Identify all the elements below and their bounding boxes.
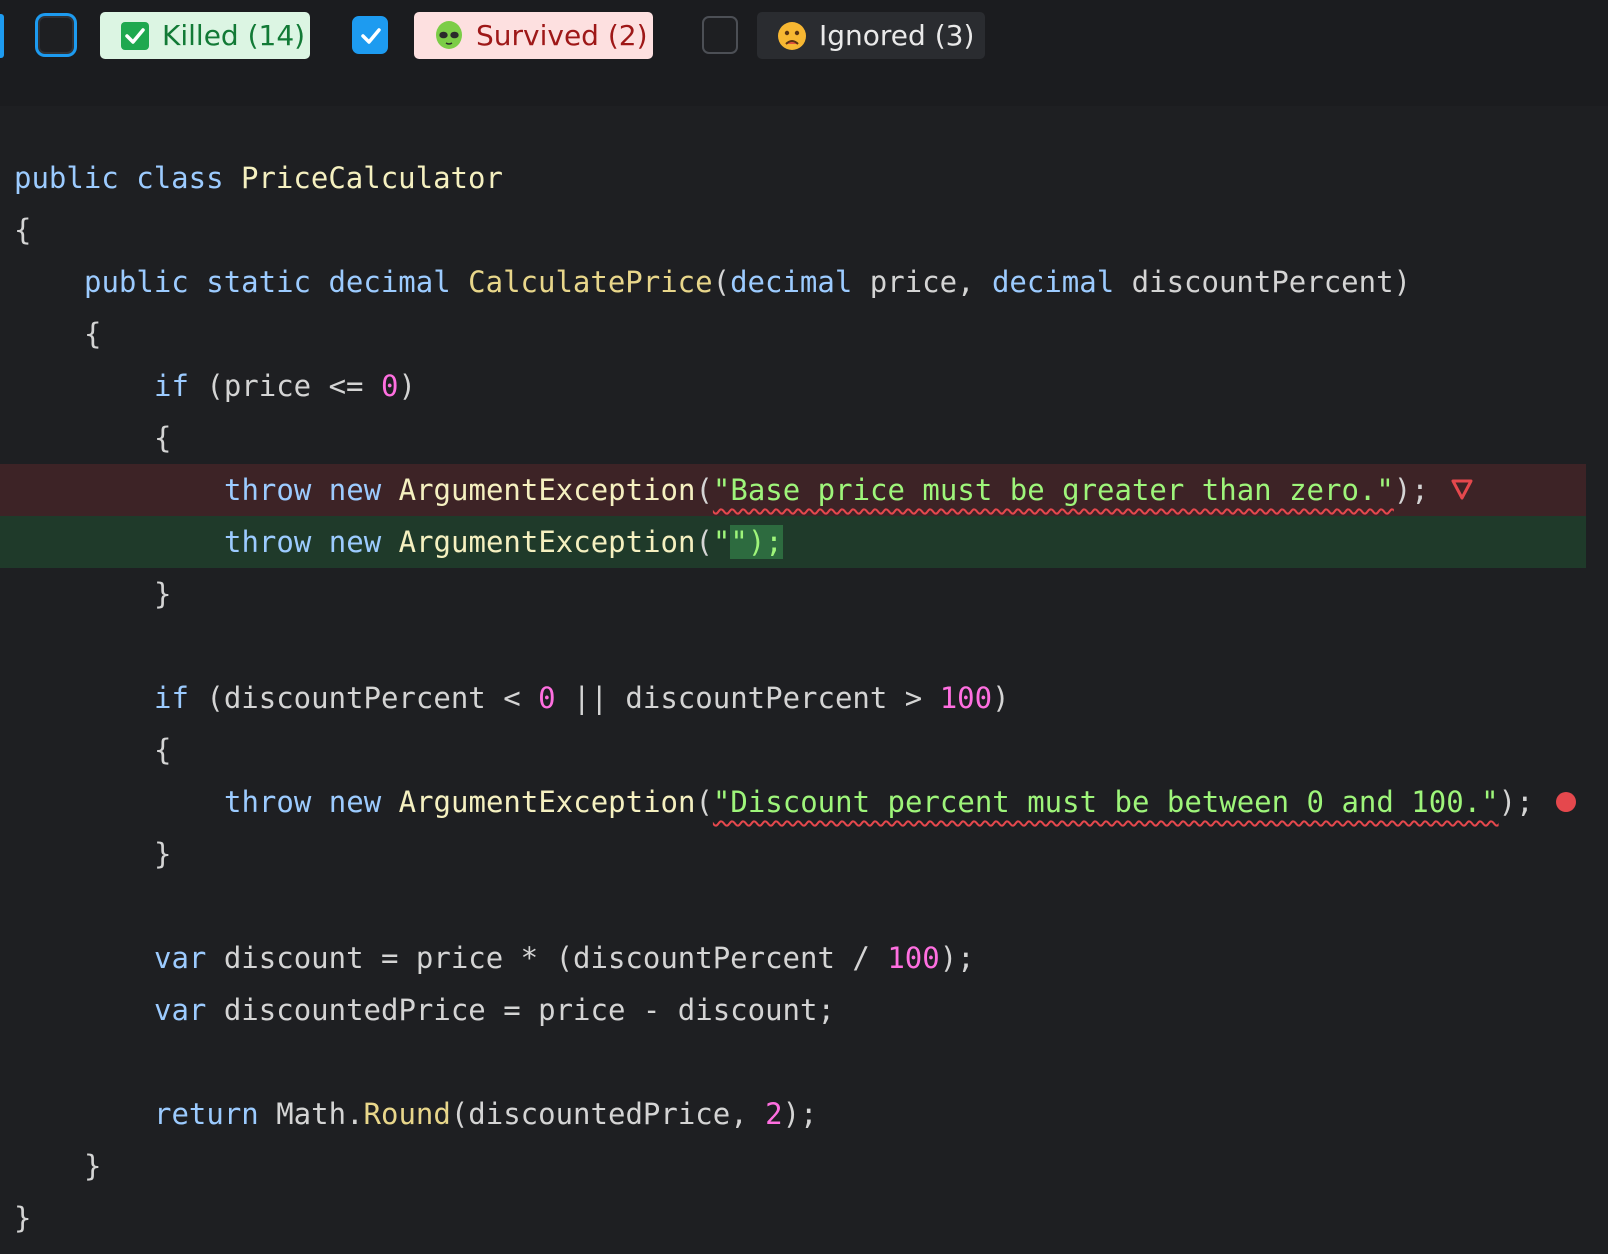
- code-line-21: }: [14, 1201, 32, 1235]
- frowning-face-icon: [778, 21, 806, 50]
- code-line-6: {: [154, 421, 172, 455]
- code-line-9: }: [154, 577, 172, 611]
- survived-filter-chip[interactable]: Survived (2): [414, 12, 653, 59]
- code-line-20: }: [84, 1149, 102, 1183]
- code-line-14: }: [154, 837, 172, 871]
- code-line-16: var discount = price * (discountPercent …: [154, 941, 975, 975]
- code-line-5: if (price <= 0): [154, 369, 416, 403]
- code-viewer: public class PriceCalculator { public st…: [0, 106, 1608, 1254]
- killed-filter-checkbox[interactable]: [38, 16, 74, 54]
- killed-mutant-dot-icon[interactable]: [1556, 792, 1576, 812]
- ignored-filter-label: Ignored (3): [819, 19, 975, 52]
- code-line-13: throw new ArgumentException("Discount pe…: [0, 776, 1586, 828]
- ignored-filter-chip[interactable]: Ignored (3): [757, 12, 985, 59]
- code-line-3: public static decimal CalculatePrice(dec…: [84, 265, 1411, 299]
- code-line-19: return Math.Round(discountedPrice, 2);: [154, 1097, 818, 1131]
- survived-filter-label: Survived (2): [476, 19, 648, 52]
- killed-mutant-string[interactable]: "Discount percent must be between 0 and …: [713, 785, 1499, 819]
- survived-mutant-string[interactable]: "Base price must be greater than zero.": [713, 473, 1394, 507]
- code-line-2: {: [14, 213, 32, 247]
- code-line-11: if (discountPercent < 0 || discountPerce…: [154, 681, 1010, 715]
- killed-filter-chip[interactable]: Killed (14): [100, 12, 310, 59]
- selection-edge-indicator: [0, 14, 4, 58]
- killed-filter-label: Killed (14): [162, 19, 306, 52]
- code-line-1: public class PriceCalculator: [14, 161, 503, 195]
- check-icon: [121, 21, 149, 50]
- code-line-12: {: [154, 733, 172, 767]
- removed-code-line[interactable]: throw new ArgumentException("Base price …: [0, 464, 1586, 516]
- code-line-17: var discountedPrice = price - discount;: [154, 993, 835, 1027]
- alien-icon: [436, 20, 462, 49]
- ignored-filter-checkbox[interactable]: [702, 16, 738, 54]
- checkmark-icon: [361, 28, 381, 44]
- survived-filter-checkbox[interactable]: [352, 16, 388, 54]
- mutated-code-line: throw new ArgumentException("");: [0, 516, 1586, 568]
- mutation-filter-toolbar: Killed (14) Survived (2) Ignored (3): [0, 0, 1608, 106]
- survived-mutant-triangle-icon[interactable]: [1451, 478, 1473, 500]
- code-line-4: {: [84, 317, 102, 351]
